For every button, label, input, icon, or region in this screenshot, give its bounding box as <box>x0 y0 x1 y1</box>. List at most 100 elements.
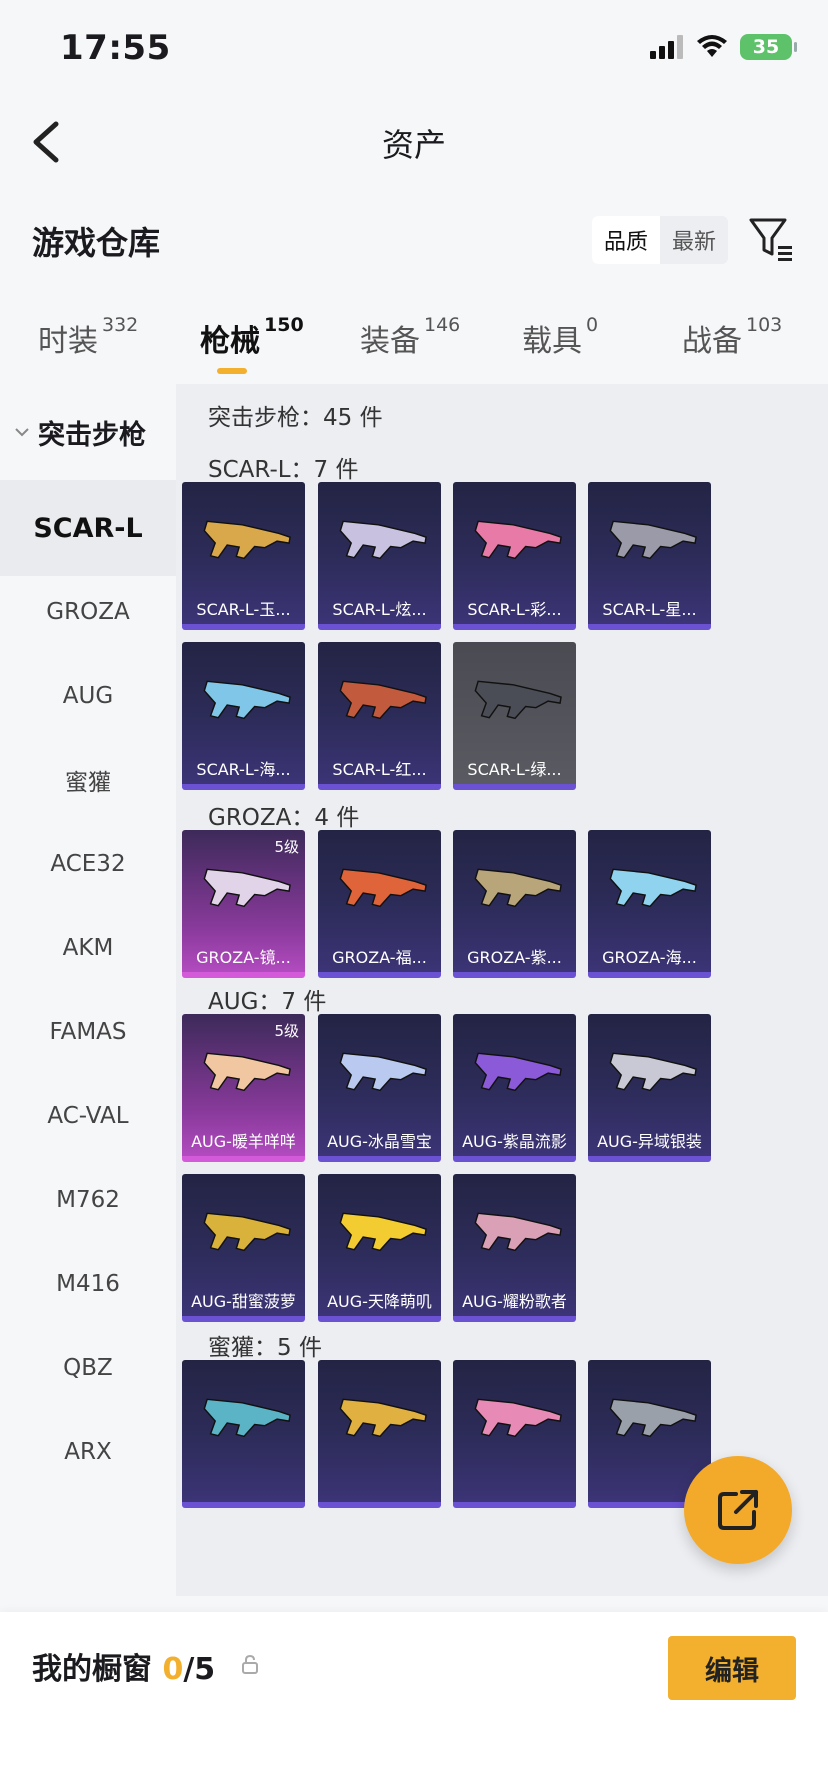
sidebar-item[interactable]: GROZA <box>0 564 176 660</box>
sidebar-item[interactable]: AC-VAL <box>0 1068 176 1164</box>
level-badge: 5级 <box>274 1022 299 1040</box>
weapon-card[interactable]: SCAR-L-绿... <box>453 642 576 790</box>
weapon-card[interactable] <box>318 1360 441 1508</box>
sidebar-item[interactable]: AUG <box>0 648 176 744</box>
weapon-card[interactable]: AUG-冰晶雪宝 <box>318 1014 441 1162</box>
weapon-card[interactable]: GROZA-福... <box>318 830 441 978</box>
weapon-card[interactable] <box>182 1360 305 1508</box>
battery-icon: 35 <box>740 34 797 60</box>
showcase-count: 0 <box>162 1652 184 1687</box>
tab-label: 枪械 <box>200 324 260 359</box>
section-header: GROZA：4 件 <box>208 805 360 831</box>
status-time: 17:55 <box>60 28 171 68</box>
weapon-image <box>203 868 291 908</box>
weapon-card[interactable]: AUG-甜蜜菠萝 <box>182 1174 305 1322</box>
weapon-image <box>609 1052 697 1092</box>
weapon-card-label: GROZA-紫... <box>467 948 562 967</box>
showcase-total: /5 <box>183 1652 216 1687</box>
category-total: 突击步枪：45 件 <box>208 405 383 431</box>
weapon-card-label: SCAR-L-海... <box>196 760 291 779</box>
nav-bar: 资产 <box>0 100 828 184</box>
tab-supplies[interactable]: 战备 103 <box>682 314 783 360</box>
weapon-image <box>474 868 562 908</box>
showcase-title: 我的橱窗 0/5 <box>32 1644 215 1688</box>
tab-label: 战备 <box>682 324 742 359</box>
tab-fashion[interactable]: 时装 332 <box>38 314 139 360</box>
weapon-image <box>203 1398 291 1438</box>
weapon-card-label: AUG-暖羊咩咩 <box>191 1132 296 1151</box>
weapon-card-label: AUG-天降萌叽 <box>327 1292 432 1311</box>
weapon-card[interactable]: 5级 GROZA-镜... <box>182 830 305 978</box>
tab-label: 载具 <box>522 324 582 359</box>
tab-count: 103 <box>746 314 783 336</box>
weapon-image <box>339 520 427 560</box>
sidebar-item[interactable]: ACE32 <box>0 816 176 912</box>
weapon-image <box>339 1212 427 1252</box>
weapon-image <box>203 680 291 720</box>
weapon-card[interactable]: GROZA-海... <box>588 830 711 978</box>
weapon-image <box>609 1398 697 1438</box>
tab-count: 332 <box>102 314 139 336</box>
weapon-image <box>609 868 697 908</box>
tab-count: 150 <box>264 314 304 336</box>
weapon-card-label: SCAR-L-玉... <box>196 600 291 619</box>
weapon-card[interactable]: SCAR-L-玉... <box>182 482 305 630</box>
sidebar-item[interactable]: SCAR-L <box>0 480 176 576</box>
weapon-card-label: GROZA-海... <box>602 948 697 967</box>
sidebar-item[interactable]: M416 <box>0 1236 176 1332</box>
status-icons: 35 <box>650 34 797 60</box>
tab-count: 146 <box>424 314 461 336</box>
tab-label: 时装 <box>38 324 98 359</box>
filter-icon[interactable] <box>748 214 794 264</box>
weapon-card[interactable] <box>453 1360 576 1508</box>
tab-equipment[interactable]: 装备 146 <box>360 314 461 360</box>
weapon-image <box>609 520 697 560</box>
sidebar-item[interactable]: AKM <box>0 900 176 996</box>
tab-vehicles[interactable]: 载具 0 <box>522 314 599 360</box>
weapon-card-label: SCAR-L-绿... <box>467 760 562 779</box>
weapon-image <box>203 520 291 560</box>
sidebar-item[interactable]: QBZ <box>0 1320 176 1416</box>
weapon-card-label: AUG-异域银装 <box>597 1132 702 1151</box>
weapon-image <box>203 1052 291 1092</box>
sidebar-item[interactable]: M762 <box>0 1152 176 1248</box>
tab-count: 0 <box>586 314 599 336</box>
weapon-card[interactable]: AUG-天降萌叽 <box>318 1174 441 1322</box>
weapon-card[interactable]: SCAR-L-炫... <box>318 482 441 630</box>
category-tabs: 时装 332 枪械 150 装备 146 载具 0 战备 103 <box>0 310 828 380</box>
weapon-sidebar: 突击步枪 SCAR-L GROZA AUG 蜜獾 ACE32 AKM FAMAS AC-VAL… <box>0 384 176 1596</box>
weapon-card-label: SCAR-L-红... <box>332 760 427 779</box>
sidebar-item[interactable]: FAMAS <box>0 984 176 1080</box>
sidebar-item[interactable]: 蜜獾 <box>0 732 176 828</box>
edit-button[interactable]: 编辑 <box>668 1636 796 1700</box>
tab-label: 装备 <box>360 324 420 359</box>
weapon-card[interactable]: 5级 AUG-暖羊咩咩 <box>182 1014 305 1162</box>
sort-quality-button[interactable]: 品质 <box>592 216 661 264</box>
weapon-card[interactable]: GROZA-紫... <box>453 830 576 978</box>
weapon-card-label: AUG-甜蜜菠萝 <box>191 1292 296 1311</box>
tab-guns[interactable]: 枪械 150 <box>200 314 304 360</box>
sidebar-category-header[interactable]: 突击步枪 <box>0 384 176 480</box>
weapon-image <box>474 1052 562 1092</box>
weapon-card[interactable]: AUG-异域银装 <box>588 1014 711 1162</box>
sidebar-category-label: 突击步枪 <box>38 419 146 451</box>
weapon-card[interactable]: AUG-紫晶流影 <box>453 1014 576 1162</box>
weapon-image <box>474 1212 562 1252</box>
weapon-image <box>474 680 562 720</box>
weapon-card[interactable]: SCAR-L-彩... <box>453 482 576 630</box>
weapon-card[interactable]: AUG-耀粉歌者 <box>453 1174 576 1322</box>
weapon-image <box>474 1398 562 1438</box>
weapon-card[interactable]: SCAR-L-海... <box>182 642 305 790</box>
sidebar-item[interactable]: ARX <box>0 1404 176 1500</box>
weapon-card[interactable]: SCAR-L-星... <box>588 482 711 630</box>
weapon-grid: 突击步枪：45 件 SCAR-L：7 件 SCAR-L-玉... SCAR-L-炫.… <box>176 384 828 1596</box>
weapon-image <box>474 520 562 560</box>
sort-newest-button[interactable]: 最新 <box>660 216 728 264</box>
warehouse-header: 游戏仓库 品质 最新 <box>0 208 828 272</box>
section-header: 蜜獾：5 件 <box>208 1335 322 1361</box>
weapon-card[interactable]: SCAR-L-红... <box>318 642 441 790</box>
section-header: SCAR-L：7 件 <box>208 457 359 483</box>
share-button[interactable] <box>684 1456 792 1564</box>
page-title: 资产 <box>381 126 446 164</box>
weapon-card-label: SCAR-L-星... <box>602 600 697 619</box>
